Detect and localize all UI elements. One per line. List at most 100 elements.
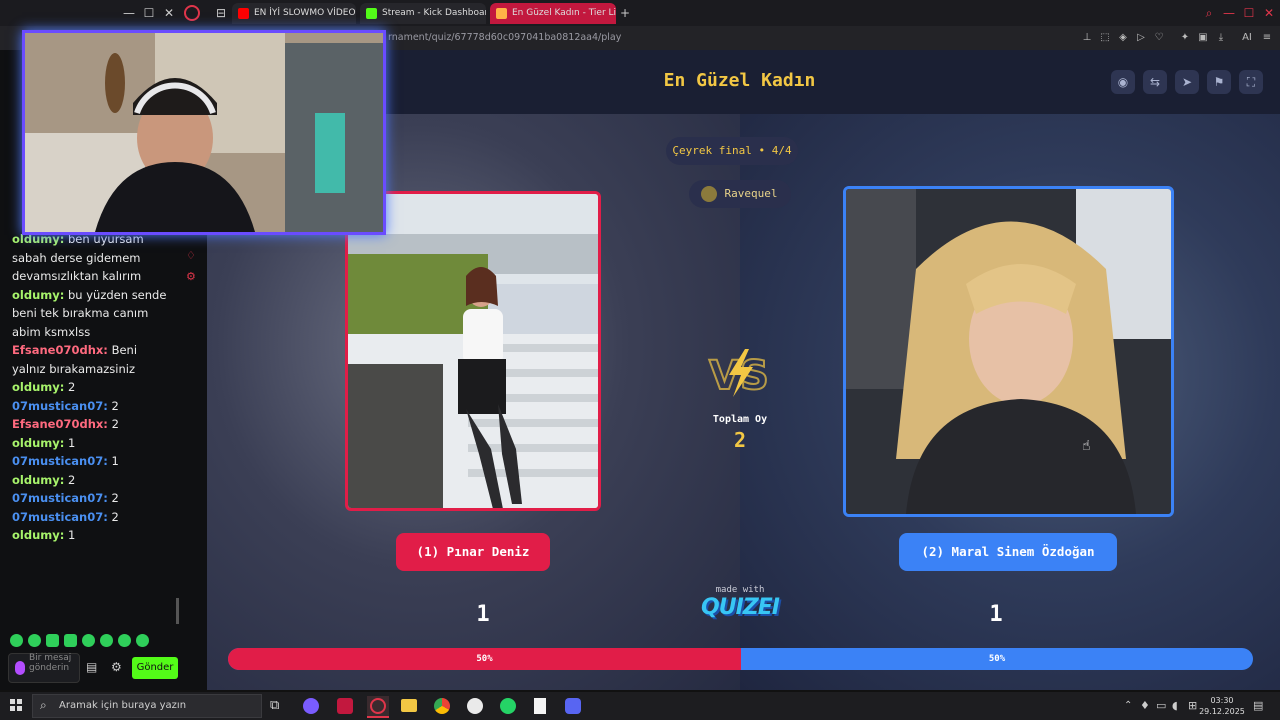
chat-message: Efsane070dhx: 2	[12, 415, 177, 434]
chat-text: devamsızlıktan kalırım	[12, 269, 142, 283]
chat-text: 2	[111, 491, 119, 505]
maximize-icon[interactable]: ☐	[140, 4, 158, 22]
vote-left-button[interactable]: (1) Pınar Deniz	[396, 533, 550, 571]
chat-username[interactable]: oldumy:	[12, 436, 64, 450]
tab-label: En Güzel Kadın - Tier List,	[512, 8, 616, 18]
tab-quiz-active[interactable]: En Güzel Kadın - Tier List,	[490, 3, 616, 24]
emote-icon[interactable]	[82, 634, 95, 647]
chat-text: 1	[68, 528, 76, 542]
tab-slowmo[interactable]: EN İYİ SLOWMO VİDEOLA	[232, 3, 356, 24]
store-icon[interactable]: ▤	[86, 660, 97, 674]
tab-menu-icon[interactable]: ⊟	[212, 4, 230, 22]
microphone-icon[interactable]	[15, 661, 25, 675]
send-icon[interactable]: ➤	[1175, 70, 1199, 94]
chat-username[interactable]: oldumy:	[12, 528, 64, 542]
copilot-icon[interactable]	[303, 698, 319, 714]
chat-username[interactable]: 07mustican07:	[12, 399, 108, 413]
pin-icon[interactable]: ⊥	[1080, 31, 1094, 45]
emote-icon[interactable]	[136, 634, 149, 647]
chat-username[interactable]: 07mustican07:	[12, 491, 108, 505]
volume-icon[interactable]: ◖	[1172, 699, 1178, 712]
chat-message: oldumy: bu yüzden sende	[12, 286, 177, 305]
chat-username[interactable]: 07mustican07:	[12, 454, 108, 468]
chevron-up-icon[interactable]: ⌃	[1124, 700, 1132, 711]
send-button[interactable]: Gönder	[132, 657, 178, 679]
chat-message: oldumy: 1	[12, 526, 177, 545]
clock-date: 29.12.2025	[1199, 707, 1245, 716]
opera-logo-icon[interactable]	[184, 5, 200, 21]
close-icon[interactable]: ✕	[1260, 4, 1278, 22]
app-icon[interactable]	[337, 698, 353, 714]
chat-settings-gear-icon[interactable]: ⚙	[111, 660, 122, 674]
chat-text: 2	[68, 472, 76, 487]
whatsapp-icon[interactable]	[500, 698, 516, 714]
fullscreen-icon[interactable]: ⛶	[1239, 70, 1263, 94]
emote-icon[interactable]	[118, 634, 131, 647]
emote-icon[interactable]	[10, 634, 23, 647]
contestant-left-card[interactable]	[345, 191, 601, 511]
chrome-icon[interactable]	[434, 698, 450, 714]
new-tab-icon[interactable]: +	[616, 4, 634, 22]
emote-icon[interactable]	[100, 634, 113, 647]
search-icon[interactable]: ⌕	[1200, 4, 1218, 22]
clock-time: 03:30	[1210, 696, 1234, 705]
chat-username[interactable]: Efsane070dhx:	[12, 343, 108, 357]
heart-icon[interactable]: ♡	[1152, 31, 1166, 45]
menu-icon[interactable]: ≡	[1260, 31, 1274, 45]
chat-username[interactable]: oldumy:	[12, 380, 64, 394]
vote-right-button[interactable]: (2) Maral Sinem Özdoğan	[899, 533, 1117, 571]
chat-text: 1	[111, 454, 119, 468]
language-icon[interactable]: ⊞	[1188, 699, 1197, 712]
share-icon[interactable]: ⇆	[1143, 70, 1167, 94]
wallet-icon[interactable]: ▣	[1196, 31, 1210, 45]
taskbar-clock[interactable]: 03:30 29.12.2025	[1198, 695, 1246, 717]
chat-gift-icon[interactable]: ♢	[186, 249, 196, 262]
shield-icon[interactable]: ◈	[1116, 31, 1130, 45]
download-icon[interactable]: ⤓	[1214, 31, 1228, 45]
quizei-logo[interactable]: QUIZEI	[683, 595, 797, 620]
extensions-icon[interactable]: ✦	[1178, 31, 1192, 45]
ai-label: AI	[1242, 32, 1252, 43]
made-with-label: made with	[715, 585, 765, 595]
minimize-icon[interactable]: —	[120, 4, 138, 22]
notepad-icon[interactable]	[534, 698, 546, 714]
app-icon[interactable]	[467, 698, 483, 714]
notification-icon[interactable]: ▤	[1253, 699, 1263, 712]
tab-label: EN İYİ SLOWMO VİDEOLA	[254, 8, 356, 18]
contestant-right-card[interactable]	[843, 186, 1174, 517]
chat-message: beni tek bırakma canım	[12, 304, 177, 323]
chat-username[interactable]: oldumy:	[12, 473, 64, 487]
maximize-icon[interactable]: ☐	[1240, 4, 1258, 22]
task-view-icon[interactable]: ⧉	[270, 698, 279, 713]
chat-username[interactable]: 07mustican07:	[12, 510, 108, 524]
chat-input[interactable]: Bir mesaj gönderin	[8, 653, 80, 683]
emote-icon[interactable]	[64, 634, 77, 647]
vote-progress-bar: 50% 50%	[228, 648, 1253, 670]
emote-icon[interactable]	[46, 634, 59, 647]
url-field[interactable]: rnament/quiz/67778d60c097041ba0812aa4/pl…	[388, 26, 621, 50]
chat-text: 2	[111, 509, 119, 524]
kick-icon	[366, 8, 377, 19]
network-icon[interactable]: ▭	[1156, 699, 1166, 712]
play-icon[interactable]: ▷	[1134, 31, 1148, 45]
total-votes-value: 2	[733, 428, 747, 452]
eye-icon[interactable]: ◉	[1111, 70, 1135, 94]
microphone-icon[interactable]: ♦	[1140, 699, 1150, 712]
taskbar-search-input[interactable]: ⌕ Aramak için buraya yazın	[32, 694, 262, 718]
chat-message: oldumy: 1	[12, 434, 177, 453]
tab-kick-dashboard[interactable]: Stream - Kick Dashboard	[360, 3, 486, 24]
minimize-icon[interactable]: —	[1220, 4, 1238, 22]
close-icon[interactable]: ✕	[160, 4, 178, 22]
chat-username[interactable]: Efsane070dhx:	[12, 417, 108, 431]
chat-settings-icon[interactable]: ⚙	[186, 270, 196, 283]
screenshot-icon[interactable]: ⬚	[1098, 31, 1112, 45]
windows-start-icon[interactable]	[10, 699, 22, 711]
chat-scrollbar[interactable]	[176, 598, 179, 624]
discord-icon[interactable]	[565, 698, 581, 714]
chat-username[interactable]: oldumy:	[12, 288, 64, 302]
flag-icon[interactable]: ⚑	[1207, 70, 1231, 94]
opera-taskbar-icon[interactable]	[367, 696, 389, 718]
file-explorer-icon[interactable]	[401, 699, 417, 712]
emote-icon[interactable]	[28, 634, 41, 647]
ai-button[interactable]: AI	[1236, 31, 1258, 45]
